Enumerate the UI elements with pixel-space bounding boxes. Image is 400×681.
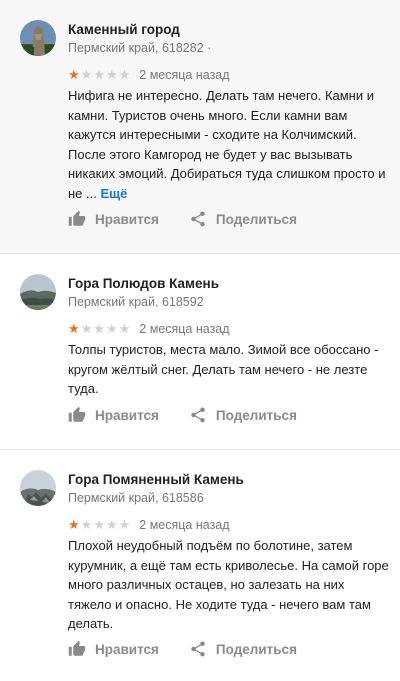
- like-button[interactable]: Нравится: [68, 210, 159, 228]
- review-text: Плохой неудобный подъём по болотине, зат…: [68, 536, 390, 634]
- review-date: 2 месяца назад: [139, 322, 230, 336]
- star-empty-icon: ★: [118, 67, 131, 82]
- like-label: Нравится: [95, 211, 159, 227]
- star-empty-icon: ★: [105, 67, 118, 82]
- place-avatar[interactable]: [20, 470, 56, 506]
- review-card: Гора Полюдов Камень Пермский край, 61859…: [0, 254, 400, 450]
- rating-row: ★ ★ ★ ★ ★ 2 месяца назад: [68, 67, 230, 83]
- like-label: Нравится: [95, 407, 159, 423]
- rocky-summit-photo-icon: [20, 470, 56, 506]
- star-empty-icon: ★: [80, 67, 93, 82]
- review-actions: Нравится Поделиться: [68, 405, 327, 425]
- star-empty-icon: ★: [93, 67, 105, 82]
- place-address: Пермский край, 618586: [68, 491, 204, 505]
- review-date: 2 месяца назад: [139, 518, 230, 532]
- review-card: Каменный город Пермский край, 618282 · ★…: [0, 0, 400, 254]
- place-address: Пермский край, 618282 ·: [68, 41, 212, 55]
- share-button[interactable]: Поделиться: [189, 406, 297, 424]
- review-card: Гора Помяненный Камень Пермский край, 61…: [0, 450, 400, 681]
- like-label: Нравится: [95, 641, 159, 657]
- review-text-content: Толпы туристов, места мало. Зимой все об…: [68, 342, 379, 396]
- place-avatar[interactable]: [20, 274, 56, 310]
- review-actions: Нравится Поделиться: [68, 209, 327, 229]
- place-name[interactable]: Каменный город: [68, 22, 180, 37]
- more-link[interactable]: Ещё: [100, 186, 127, 201]
- share-label: Поделиться: [215, 407, 297, 423]
- share-label: Поделиться: [215, 641, 297, 657]
- place-name[interactable]: Гора Помяненный Камень: [68, 472, 244, 487]
- star-empty-icon: ★: [80, 517, 93, 532]
- share-icon: [191, 407, 205, 423]
- like-button[interactable]: Нравится: [68, 640, 159, 658]
- rating-row: ★ ★ ★ ★ ★ 2 месяца назад: [68, 517, 230, 533]
- star-filled-icon: ★: [68, 517, 80, 532]
- star-empty-icon: ★: [93, 321, 105, 336]
- share-button[interactable]: Поделиться: [189, 640, 297, 658]
- share-icon: [191, 211, 205, 227]
- review-text-content: Нифига не интересно. Делать там нечего. …: [68, 88, 386, 201]
- rock-tower-photo-icon: [20, 20, 56, 56]
- place-name[interactable]: Гора Полюдов Камень: [68, 276, 219, 291]
- review-text: Нифига не интересно. Делать там нечего. …: [68, 86, 390, 203]
- star-empty-icon: ★: [105, 321, 118, 336]
- place-avatar[interactable]: [20, 20, 56, 56]
- star-empty-icon: ★: [118, 321, 131, 336]
- place-address: Пермский край, 618592: [68, 295, 204, 309]
- review-text-content: Плохой неудобный подъём по болотине, зат…: [68, 538, 389, 631]
- star-filled-icon: ★: [68, 67, 80, 82]
- thumbs-up-icon: [68, 210, 86, 226]
- share-icon: [191, 641, 205, 657]
- thumbs-up-icon: [68, 406, 86, 422]
- review-actions: Нравится Поделиться: [68, 639, 327, 659]
- star-empty-icon: ★: [93, 517, 105, 532]
- thumbs-up-icon: [68, 640, 86, 656]
- rating-row: ★ ★ ★ ★ ★ 2 месяца назад: [68, 321, 230, 337]
- star-empty-icon: ★: [80, 321, 93, 336]
- like-button[interactable]: Нравится: [68, 406, 159, 424]
- review-text: Толпы туристов, места мало. Зимой все об…: [68, 340, 390, 399]
- star-filled-icon: ★: [68, 321, 80, 336]
- mountain-landscape-photo-icon: [20, 274, 56, 310]
- share-label: Поделиться: [215, 211, 297, 227]
- star-empty-icon: ★: [118, 517, 131, 532]
- review-date: 2 месяца назад: [139, 68, 230, 82]
- share-button[interactable]: Поделиться: [189, 210, 297, 228]
- star-empty-icon: ★: [105, 517, 118, 532]
